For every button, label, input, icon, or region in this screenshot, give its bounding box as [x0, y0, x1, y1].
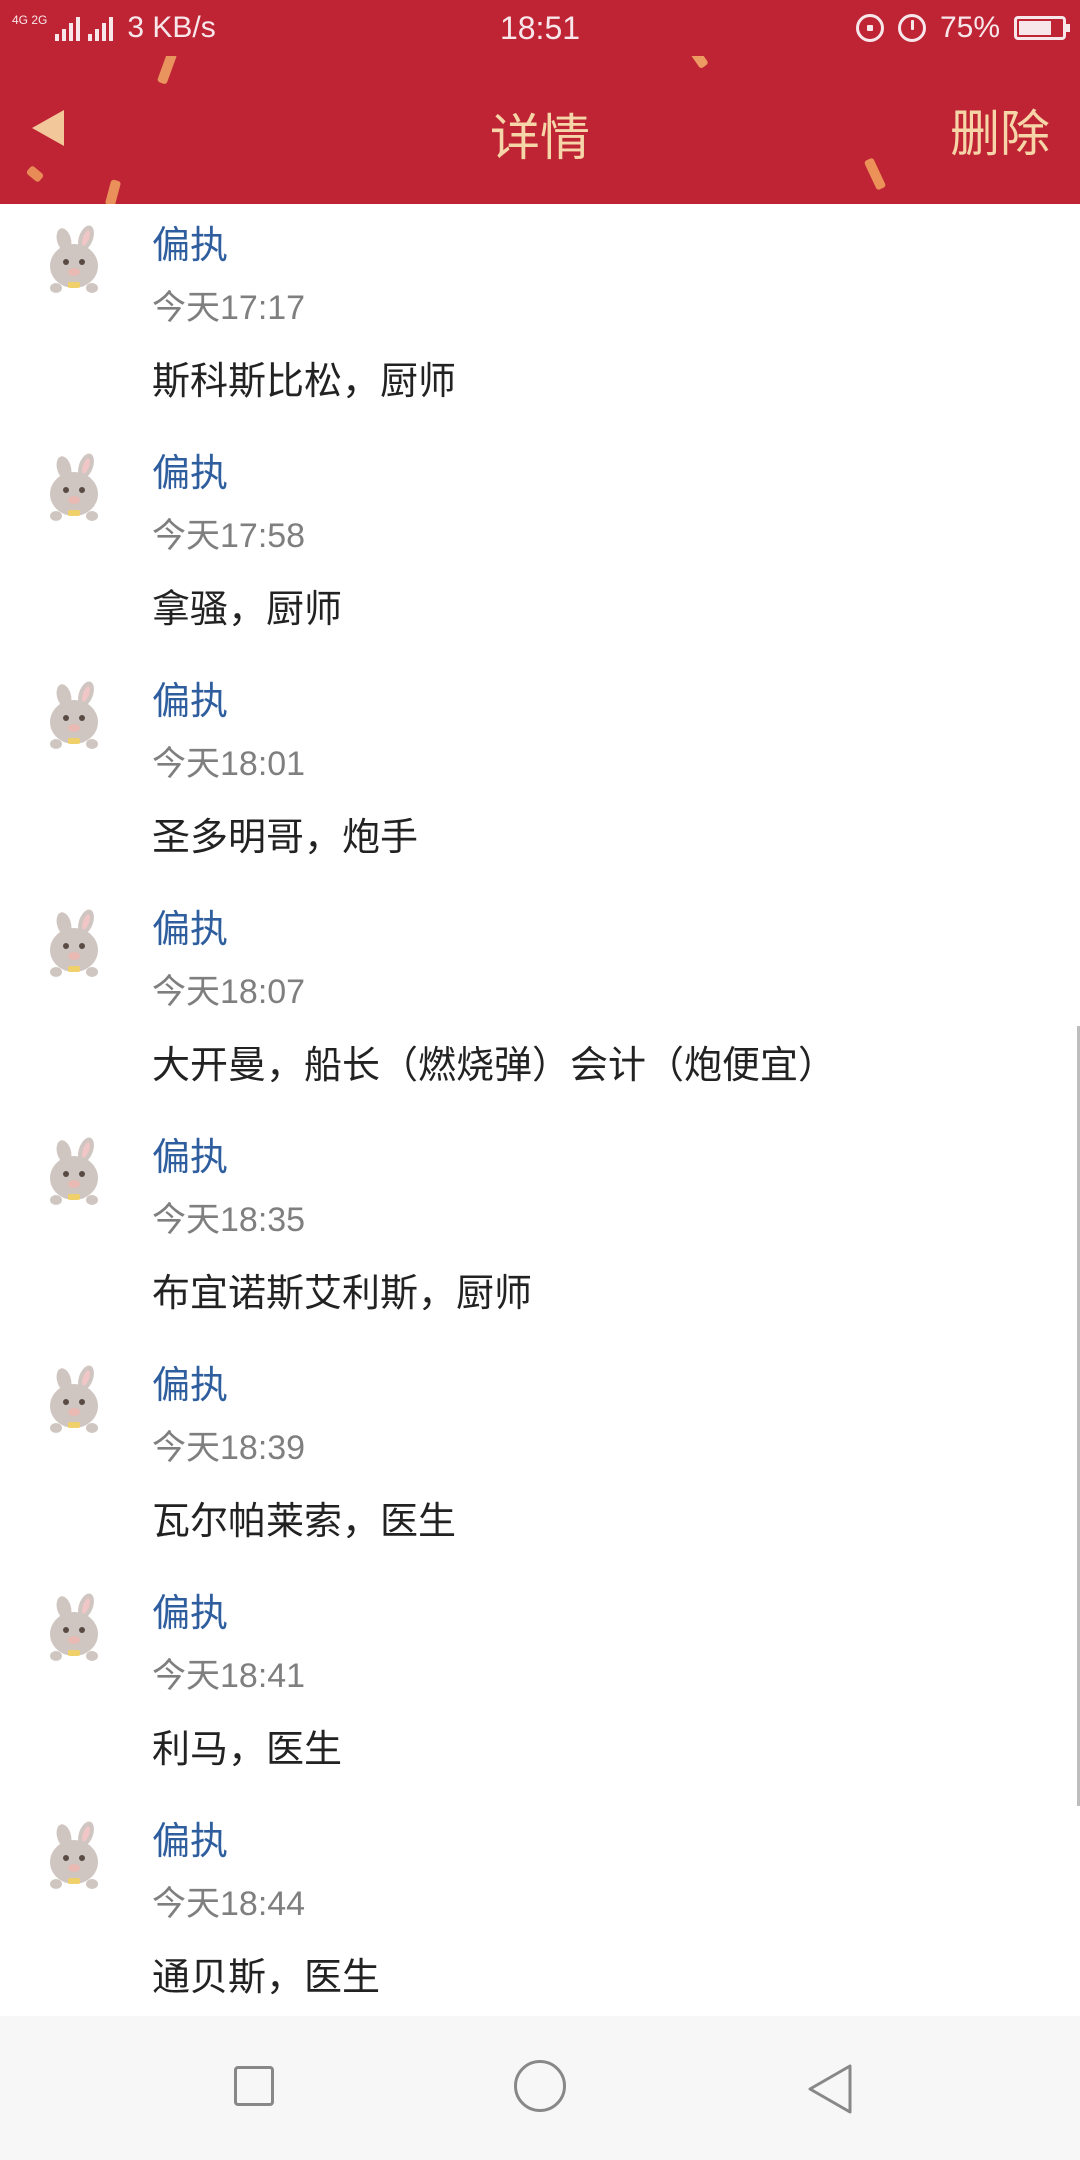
message-item[interactable]: 偏执 今天18:01 圣多明哥，炮手	[0, 660, 1080, 888]
page-title: 详情	[490, 110, 590, 166]
message-list[interactable]: 偏执 今天17:17 斯科斯比松，厨师 偏执 今天17:58 拿骚，厨师 偏执 …	[0, 204, 1080, 2016]
battery-percent: 75%	[939, 11, 1000, 44]
message-item[interactable]: 偏执 今天18:44 通贝斯，医生	[0, 1800, 1080, 2016]
message-time: 今天18:44	[152, 1885, 306, 1923]
status-bar: 4G 2G 3 KB/s 18:51 75%	[0, 0, 1080, 56]
message-item[interactable]: 偏执 今天18:41 利马，医生	[0, 1572, 1080, 1800]
confetti-decoration	[156, 56, 178, 85]
message-time: 今天17:17	[152, 289, 306, 327]
alarm-icon	[897, 14, 926, 42]
message-item[interactable]: 偏执 今天18:35 布宜诺斯艾利斯，厨师	[0, 1116, 1080, 1344]
confetti-decoration	[689, 56, 709, 70]
message-text: 布宜诺斯艾利斯，厨师	[152, 1273, 533, 1315]
message-item[interactable]: 偏执 今天17:17 斯科斯比松，厨师	[0, 204, 1080, 432]
message-time: 今天17:58	[152, 517, 306, 555]
message-text: 斯科斯比松，厨师	[152, 361, 457, 403]
avatar[interactable]	[34, 1132, 114, 1212]
sender-name[interactable]: 偏执	[152, 898, 228, 953]
message-text: 拿骚，厨师	[152, 589, 343, 631]
rotation-lock-icon	[855, 14, 884, 42]
message-item[interactable]: 偏执 今天17:58 拿骚，厨师	[0, 432, 1080, 660]
message-text: 通贝斯，医生	[152, 1957, 381, 1999]
sender-name[interactable]: 偏执	[152, 442, 228, 497]
message-text: 利马，医生	[152, 1729, 343, 1771]
sender-name[interactable]: 偏执	[152, 1810, 228, 1865]
recent-apps-icon[interactable]	[234, 2066, 274, 2106]
message-time: 今天18:41	[152, 1657, 306, 1695]
message-time: 今天18:07	[152, 973, 306, 1011]
message-item[interactable]: 偏执 今天18:39 瓦尔帕莱索，医生	[0, 1344, 1080, 1572]
message-time: 今天18:39	[152, 1429, 306, 1467]
avatar[interactable]	[34, 676, 114, 756]
avatar[interactable]	[34, 1588, 114, 1668]
message-text: 圣多明哥，炮手	[152, 817, 419, 859]
sender-name[interactable]: 偏执	[152, 1354, 228, 1409]
navigation-bar	[0, 2016, 1080, 2160]
sender-name[interactable]: 偏执	[152, 670, 228, 725]
message-time: 今天18:35	[152, 1201, 306, 1239]
message-text: 大开曼，船长（燃烧弹）会计（炮便宜）	[152, 1045, 837, 1087]
sender-name[interactable]: 偏执	[152, 214, 228, 269]
home-icon[interactable]	[514, 2060, 566, 2112]
confetti-decoration	[104, 179, 122, 204]
message-item[interactable]: 偏执 今天18:07 大开曼，船长（燃烧弹）会计（炮便宜）	[0, 888, 1080, 1116]
avatar[interactable]	[34, 1816, 114, 1896]
avatar[interactable]	[34, 448, 114, 528]
message-time: 今天18:01	[152, 745, 306, 783]
avatar[interactable]	[34, 904, 114, 984]
message-text: 瓦尔帕莱索，医生	[152, 1501, 457, 1543]
avatar[interactable]	[34, 220, 114, 300]
delete-button[interactable]: 删除	[950, 94, 1050, 166]
back-icon[interactable]	[806, 2062, 856, 2116]
sender-name[interactable]: 偏执	[152, 1126, 228, 1181]
battery-fill	[1019, 21, 1051, 35]
avatar[interactable]	[34, 1360, 114, 1440]
sender-name[interactable]: 偏执	[152, 1582, 228, 1637]
title-bar: 详情 删除	[0, 56, 1080, 204]
battery-icon	[1014, 16, 1070, 40]
status-right: 75%	[855, 8, 1070, 48]
